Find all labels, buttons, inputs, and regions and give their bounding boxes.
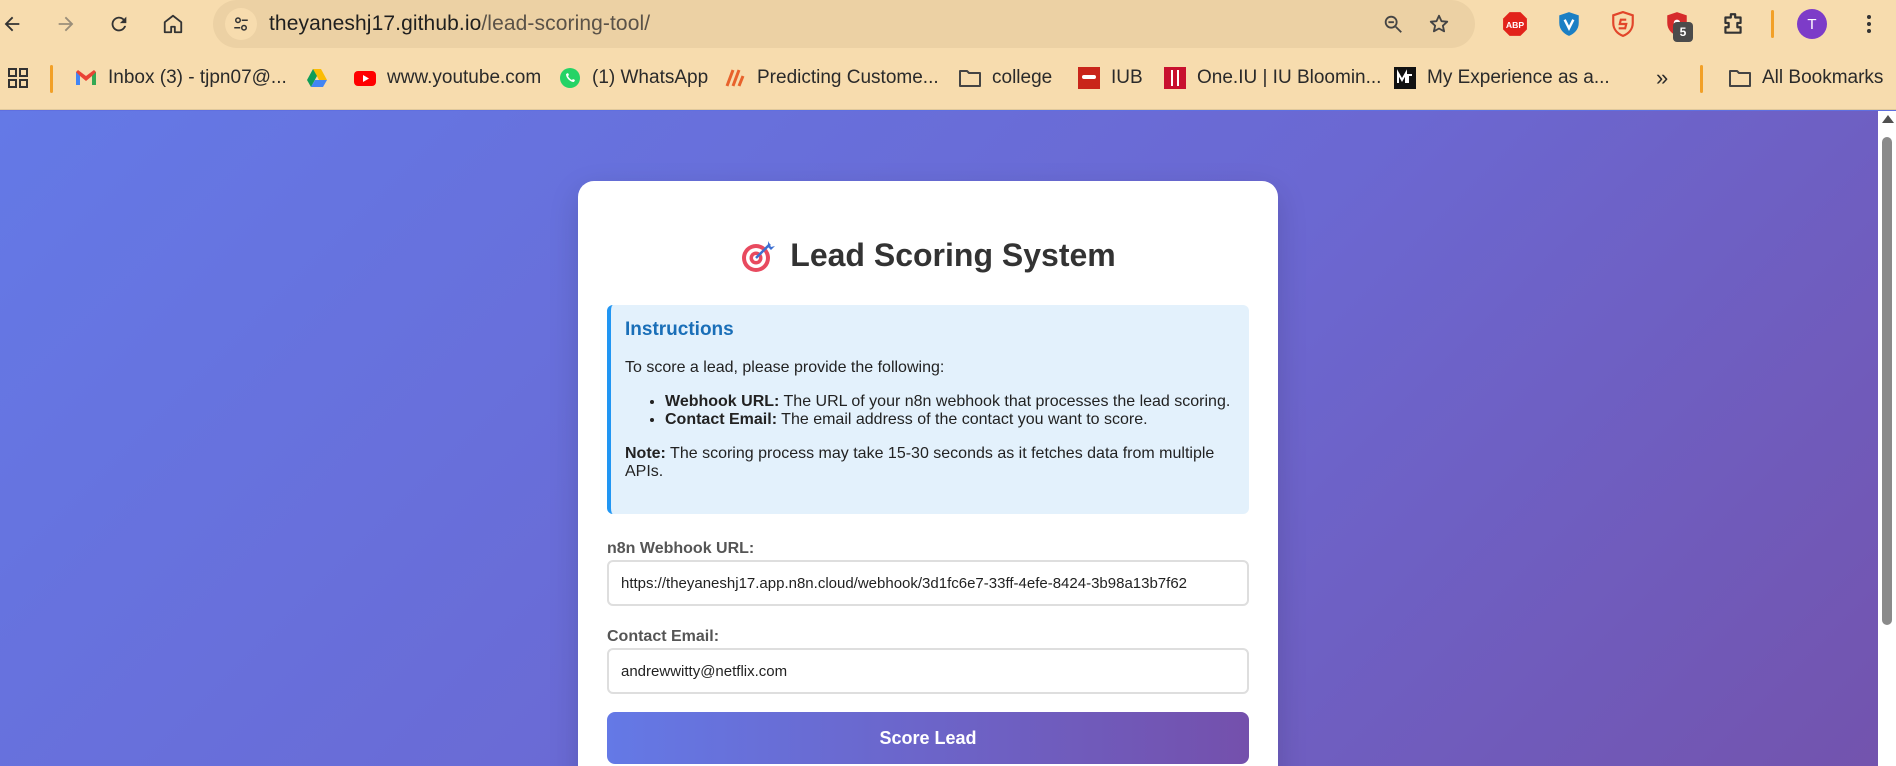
bookmark-iub[interactable]: IUB	[1077, 62, 1143, 94]
page-title: Lead Scoring System	[578, 237, 1278, 274]
s-shield-icon	[1612, 11, 1634, 37]
bookmark-whatsapp[interactable]: (1) WhatsApp	[558, 62, 708, 94]
adblock-extension[interactable]: ABP	[1500, 9, 1530, 39]
zoom-button[interactable]	[1377, 8, 1409, 40]
all-bookmarks-button[interactable]: All Bookmarks	[1728, 62, 1883, 94]
bookmark-label: My Experience as a...	[1427, 67, 1610, 88]
bookmarks-divider	[50, 65, 53, 93]
instructions-heading: Instructions	[625, 319, 734, 340]
bookmark-label: IUB	[1111, 67, 1143, 88]
extensions-button[interactable]	[1718, 9, 1748, 39]
forward-button[interactable]	[48, 6, 84, 42]
bookmarks-overflow-button[interactable]: »	[1656, 62, 1668, 94]
gmail-icon	[74, 66, 98, 90]
vpn-extension[interactable]	[1554, 9, 1584, 39]
contact-email-label: Contact Email:	[607, 628, 720, 645]
url-host: theyaneshj17.github.io	[269, 12, 482, 35]
bookmark-google-drive[interactable]	[305, 62, 339, 94]
instructions-item: Contact Email: The email address of the …	[665, 411, 1235, 429]
star-icon	[1429, 14, 1449, 33]
home-icon	[163, 14, 183, 34]
home-button[interactable]	[155, 6, 191, 42]
medium-icon	[1393, 66, 1417, 90]
bookmark-college[interactable]: college	[958, 62, 1052, 94]
instruction-text: The email address of the contact you wan…	[777, 411, 1148, 428]
instruction-text: The URL of your n8n webhook that process…	[779, 393, 1231, 410]
bookmark-gmail[interactable]: Inbox (3) - tjpn07@...	[74, 62, 287, 94]
kaggle-icon	[723, 66, 747, 90]
instructions-box: Instructions To score a lead, please pro…	[607, 305, 1249, 514]
browser-menu-button[interactable]	[1854, 9, 1884, 39]
url-text[interactable]: theyaneshj17.github.io/lead-scoring-tool…	[269, 12, 650, 36]
bookmark-label: One.IU | IU Bloomin...	[1197, 67, 1382, 88]
apps-button[interactable]	[6, 62, 30, 94]
address-bar[interactable]: theyaneshj17.github.io/lead-scoring-tool…	[213, 0, 1475, 48]
folder-icon	[1728, 66, 1752, 90]
whatsapp-icon	[558, 66, 582, 90]
bookmark-label: (1) WhatsApp	[592, 67, 709, 88]
bookmark-label: college	[992, 67, 1053, 88]
bookmark-youtube[interactable]: www.youtube.com	[353, 62, 541, 94]
bookmark-medium[interactable]: My Experience as a...	[1393, 62, 1610, 94]
more-vert-icon	[1867, 15, 1871, 33]
bookmark-label: Predicting Custome...	[757, 67, 939, 88]
shield-v-icon	[1559, 12, 1579, 36]
instructions-list: Webhook URL: The URL of your n8n webhook…	[665, 393, 1235, 429]
iu-icon	[1163, 66, 1187, 90]
bookmark-label: www.youtube.com	[387, 67, 542, 88]
target-dart-icon	[742, 240, 776, 272]
zoom-out-icon	[1384, 15, 1402, 33]
adblock-icon: ABP	[1503, 12, 1527, 36]
arrow-right-icon	[58, 16, 74, 32]
browser-toolbar: theyaneshj17.github.io/lead-scoring-tool…	[0, 0, 1896, 48]
note-text: The scoring process may take 15-30 secon…	[625, 445, 1215, 480]
instructions-note: Note: The scoring process may take 15-30…	[625, 445, 1235, 481]
reload-icon	[111, 16, 127, 32]
page-scrollbar[interactable]	[1878, 111, 1896, 766]
tune-icon	[234, 17, 248, 31]
bookmarks-divider	[1700, 65, 1703, 93]
bookmark-label: Inbox (3) - tjpn07@...	[108, 67, 287, 88]
back-button[interactable]	[0, 6, 30, 42]
puzzle-icon	[1724, 13, 1742, 34]
scroll-up-arrow-icon[interactable]	[1882, 115, 1894, 123]
reload-button[interactable]	[101, 6, 137, 42]
youtube-icon	[353, 66, 377, 90]
apps-grid-icon	[6, 66, 30, 90]
folder-icon	[958, 66, 982, 90]
instructions-item: Webhook URL: The URL of your n8n webhook…	[665, 393, 1235, 411]
score-lead-button[interactable]: Score Lead	[607, 712, 1249, 764]
contact-email-input[interactable]	[607, 648, 1249, 694]
bookmark-one-iu[interactable]: One.IU | IU Bloomin...	[1163, 62, 1381, 94]
instructions-intro: To score a lead, please provide the foll…	[625, 359, 945, 376]
page-title-text: Lead Scoring System	[790, 237, 1116, 273]
site-info-button[interactable]	[225, 8, 257, 40]
arrow-left-icon	[4, 16, 20, 32]
google-drive-icon	[305, 66, 329, 90]
scrollbar-thumb[interactable]	[1882, 137, 1892, 625]
instruction-term: Webhook URL:	[665, 393, 780, 410]
bookmark-star-button[interactable]	[1423, 8, 1455, 40]
bookmarks-bar: Inbox (3) - tjpn07@... www.youtube.com (…	[0, 48, 1896, 110]
webhook-url-label: n8n Webhook URL:	[607, 540, 755, 557]
lead-scoring-card: Lead Scoring System Instructions To scor…	[578, 181, 1278, 766]
shield-extension[interactable]	[1608, 9, 1638, 39]
oracle-icon	[1077, 66, 1101, 90]
adblock-label: ABP	[1506, 20, 1525, 30]
instruction-term: Contact Email:	[665, 411, 778, 428]
note-term: Note:	[625, 445, 666, 462]
all-bookmarks-label: All Bookmarks	[1762, 67, 1884, 88]
extension-badge: 5	[1673, 22, 1693, 42]
profile-avatar[interactable]: T	[1797, 9, 1827, 39]
url-path: /lead-scoring-tool/	[481, 12, 651, 35]
webhook-url-input[interactable]	[607, 560, 1249, 606]
toolbar-divider	[1771, 10, 1774, 38]
bookmark-predicting[interactable]: Predicting Custome...	[723, 62, 939, 94]
